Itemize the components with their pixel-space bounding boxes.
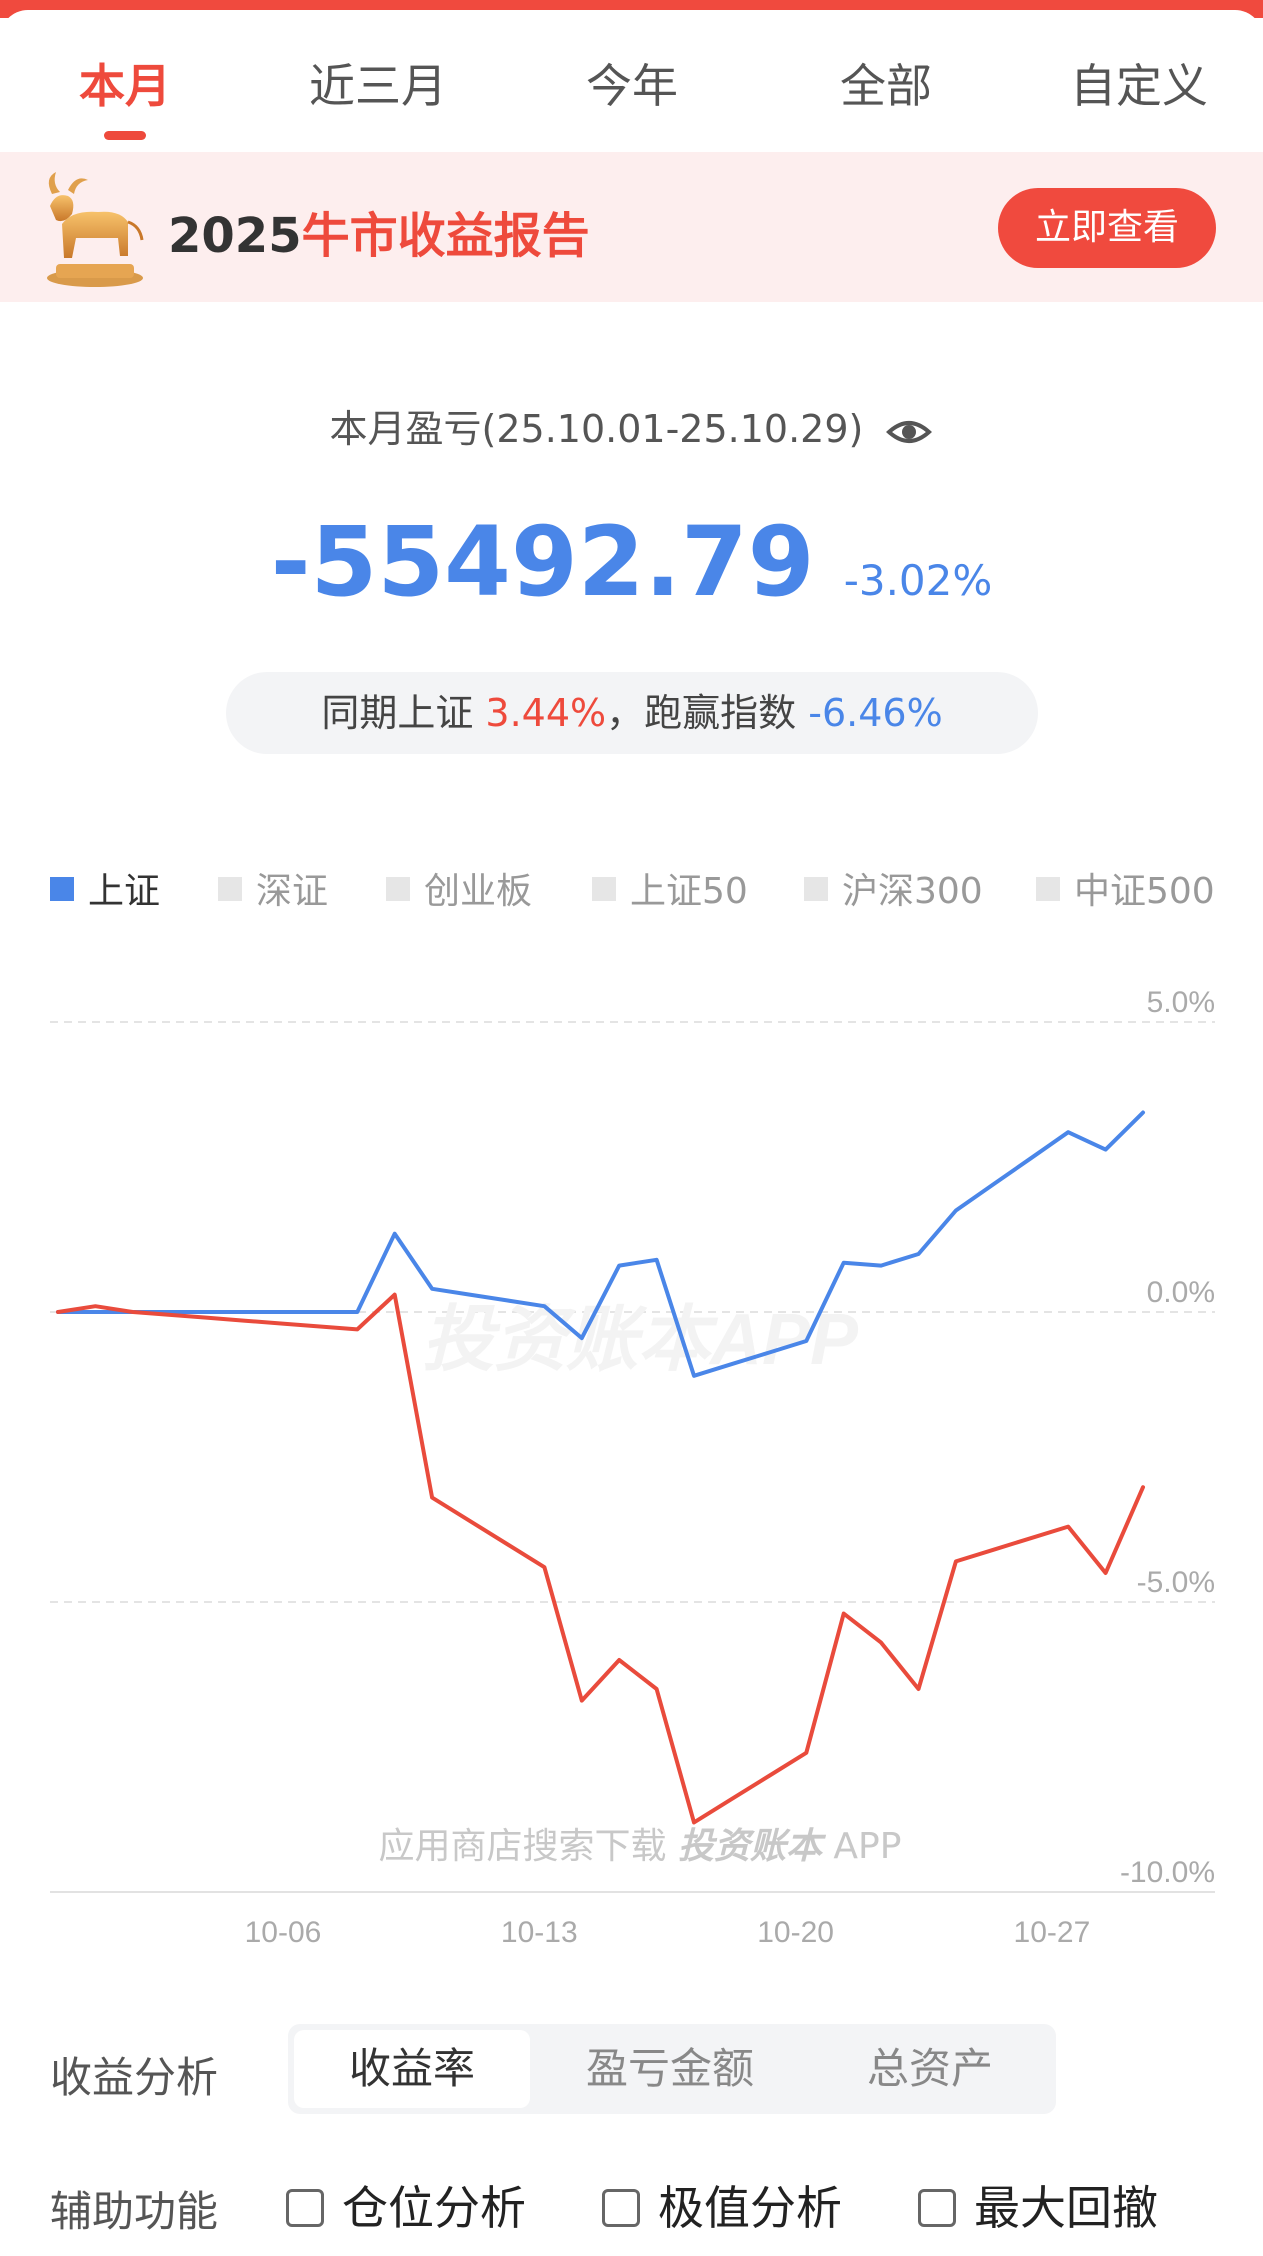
legend-csi500[interactable]: 中证500 [1036,862,1215,914]
checkbox-label: 仓位分析 [342,2181,526,2235]
return-analysis-row: 收益分析 收益率 盈亏金额 总资产 [50,2024,1150,2116]
tab-all[interactable]: 全部 [840,50,932,116]
x-tick-label: 10-20 [757,1916,834,1949]
analysis-label: 收益分析 [50,2053,219,2102]
legend-swatch [592,877,616,901]
period-tabs: 本月 近三月 今年 全部 自定义 [0,50,1263,113]
banner-title-text: 牛市收益报告 [301,208,590,264]
legend-csi300[interactable]: 沪深300 [804,862,983,914]
pnl-row: -55492.79 -3.02% [0,506,1263,618]
legend-swatch [218,877,242,901]
legend-swatch [1036,877,1060,901]
segment-total-assets[interactable]: 总资产 [812,2030,1048,2108]
excess-return: -6.46% [808,691,943,735]
golden-bull-icon [47,172,144,287]
checkbox-label: 最大回撤 [974,2181,1158,2235]
y-tick-label: -5.0% [1137,1566,1215,1599]
banner-title: 2025牛市收益报告 [168,196,590,266]
legend-label: 创业板 [424,871,533,912]
legend-label: 沪深300 [842,871,983,912]
y-tick-label: 0.0% [1147,1276,1215,1309]
tab-custom[interactable]: 自定义 [1070,50,1208,116]
y-tick-label: 5.0% [1147,986,1215,1019]
x-tick-label: 10-27 [1014,1916,1091,1949]
tab-this-year[interactable]: 今年 [586,50,678,116]
checkbox-box[interactable] [602,2188,640,2227]
legend-chinext[interactable]: 创业板 [386,862,532,914]
eye-icon[interactable] [885,408,933,456]
legend-shenzhen[interactable]: 深证 [218,862,328,914]
index-return: 3.44% [485,691,607,735]
chart-watermark: 投资账本APP [422,1300,859,1380]
legend-sse50[interactable]: 上证50 [592,862,748,914]
active-tab-indicator [104,131,146,140]
compare-prefix: 同期上证 [321,691,474,735]
pnl-percent: -3.02% [843,556,993,605]
segment-return-rate[interactable]: 收益率 [294,2030,530,2108]
return-chart[interactable]: 5.0% 0.0% -5.0% -10.0% 投资账本APP 应用商店搜索下载 投资账本 … [0,960,1263,1960]
legend-shanghai[interactable]: 上证 [50,862,160,914]
legend-swatch [386,877,410,901]
checkbox-label: 极值分析 [658,2181,842,2235]
max-drawdown-checkbox[interactable]: 最大回撤 [918,2172,1158,2238]
checkbox-box[interactable] [286,2188,324,2227]
analysis-segmented-control: 收益率 盈亏金额 总资产 [288,2024,1056,2114]
legend-label: 中证500 [1074,871,1215,912]
promo-banner[interactable]: 2025牛市收益报告 立即查看 [0,152,1263,302]
compare-mid: ，跑赢指数 [606,691,797,735]
legend-label: 上证 [88,871,161,912]
tab-last-three-months[interactable]: 近三月 [309,50,447,116]
banner-year: 2025 [168,208,302,264]
legend-swatch [804,877,828,901]
index-comparison-pill: 同期上证 3.44%，跑赢指数 -6.46% [226,672,1038,754]
aux-functions-row: 辅助功能 仓位分析 极值分析 最大回撤 [50,2172,1230,2242]
checkbox-box[interactable] [918,2188,956,2227]
x-tick-label: 10-13 [501,1916,578,1949]
extreme-value-checkbox[interactable]: 极值分析 [602,2172,842,2238]
period-label: 本月盈亏(25.10.01-25.10.29) [329,407,864,451]
legend-label: 上证50 [630,871,748,912]
legend-swatch [50,877,74,901]
chart-footer-text: 应用商店搜索下载 投资账本 APP [379,1826,902,1867]
segment-pnl-amount[interactable]: 盈亏金额 [552,2030,788,2108]
legend-label: 深证 [256,871,329,912]
position-analysis-checkbox[interactable]: 仓位分析 [286,2172,526,2238]
aux-label: 辅助功能 [50,2187,219,2236]
tab-this-month[interactable]: 本月 [79,50,171,116]
view-report-button[interactable]: 立即查看 [998,188,1216,268]
period-summary-line: 本月盈亏(25.10.01-25.10.29) [0,398,1263,456]
y-tick-label: -10.0% [1120,1856,1215,1889]
pnl-value: -55492.79 [270,506,815,618]
x-tick-label: 10-06 [245,1916,322,1949]
index-legend: 上证 深证 创业板 上证50 沪深300 中证500 [50,862,1230,912]
